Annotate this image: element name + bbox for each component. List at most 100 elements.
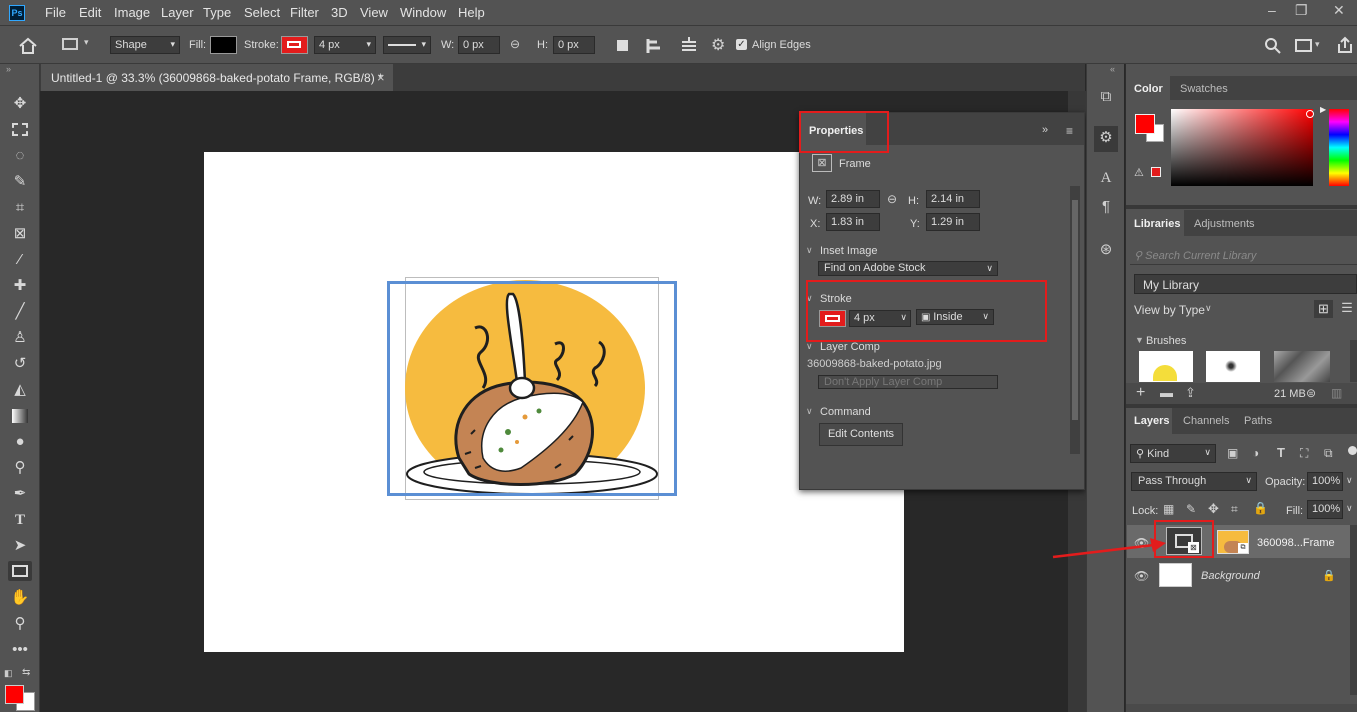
creative-cloud-icon[interactable]: ⊜ [1306, 386, 1316, 400]
more-icon[interactable]: ••• [8, 640, 32, 660]
frame-selection-box[interactable] [387, 281, 677, 496]
lock-position-icon[interactable]: ✥ [1208, 501, 1219, 517]
menu-view[interactable]: View [360, 5, 388, 20]
path-operations-icon[interactable] [617, 40, 628, 51]
link-icon[interactable]: ⊖ [510, 37, 520, 51]
align-edges-checkbox[interactable]: ✓ [736, 39, 747, 50]
menu-image[interactable]: Image [114, 5, 150, 20]
share-icon[interactable] [1336, 36, 1354, 54]
properties-panel-icon[interactable]: ⚙ [1096, 128, 1116, 146]
background-layer-thumbnail[interactable] [1159, 563, 1192, 587]
inset-image-select[interactable]: Find on Adobe Stock ∨ [818, 261, 998, 276]
type-filter-icon[interactable]: T [1277, 445, 1285, 460]
menu-edit[interactable]: Edit [79, 5, 101, 20]
glyphs-panel-icon[interactable]: ⊛ [1096, 240, 1116, 258]
menu-help[interactable]: Help [458, 5, 485, 20]
eyedropper-icon[interactable]: ⁄ [8, 250, 32, 270]
opacity-input[interactable]: 100% [1307, 472, 1343, 491]
hue-slider[interactable] [1329, 109, 1349, 186]
prop-x-input[interactable]: 1.83 in [826, 213, 880, 231]
menu-type[interactable]: Type [203, 5, 231, 20]
layers-scrollbar[interactable] [1350, 525, 1357, 695]
layer-filter-kind[interactable]: ⚲ Kind ∨ [1130, 444, 1216, 463]
collapse-toolbar-icon[interactable]: » [6, 64, 11, 74]
gradient-icon[interactable] [8, 406, 32, 426]
tool-preset-picker[interactable]: ▾ [56, 34, 100, 56]
default-colors-icon[interactable]: ◧ [4, 668, 13, 679]
adjustment-filter-icon[interactable]: ◑ [1252, 446, 1259, 460]
history-brush-icon[interactable]: ↺ [8, 354, 32, 374]
lock-transparency-icon[interactable]: ▦ [1163, 502, 1174, 516]
history-panel-icon[interactable]: ⧉ [1096, 88, 1116, 105]
brush-thumb-1[interactable] [1139, 351, 1193, 382]
fill-swatch[interactable] [210, 36, 237, 54]
home-icon[interactable] [18, 37, 38, 55]
collapse-strip-icon[interactable]: « [1110, 64, 1115, 74]
document-tab[interactable]: Untitled-1 @ 33.3% (36009868-baked-potat… [41, 64, 393, 91]
tab-paths[interactable]: Paths [1244, 415, 1272, 427]
gear-icon[interactable]: ⚙ [711, 35, 725, 55]
lock-pixels-icon[interactable]: ✎ [1186, 502, 1196, 516]
collapse-panel-icon[interactable]: » [1042, 124, 1048, 136]
hue-slider-handle[interactable]: ▶ [1320, 105, 1326, 114]
hand-icon[interactable]: ✋ [8, 588, 32, 608]
menu-select[interactable]: Select [244, 5, 280, 20]
blend-mode-select[interactable]: Pass Through ∨ [1131, 472, 1257, 491]
brush-icon[interactable]: ╱ [8, 302, 32, 322]
stroke-type-select[interactable]: ▾ [383, 36, 431, 54]
library-search-input[interactable]: ⚲ Search Current Library [1130, 244, 1357, 265]
prop-y-input[interactable]: 1.29 in [926, 213, 980, 231]
properties-scrollbar[interactable] [1070, 186, 1080, 454]
swap-colors-icon[interactable]: ⇆ [22, 667, 30, 678]
tab-swatches[interactable]: Swatches [1180, 83, 1228, 95]
library-select[interactable]: My Library [1134, 274, 1357, 294]
brush-thumb-3[interactable] [1274, 351, 1330, 382]
smart-object-filter-icon[interactable]: ⧉ [1324, 446, 1333, 461]
list-view-icon[interactable]: ☰ [1338, 300, 1356, 316]
menu-file[interactable]: File [45, 5, 66, 20]
close-window-icon[interactable]: ✕ [1333, 2, 1345, 19]
zoom-icon[interactable]: ⚲ [8, 614, 32, 634]
gamut-color-chip[interactable] [1151, 167, 1161, 177]
image-layer-thumbnail[interactable]: ⧉ [1217, 530, 1249, 554]
healing-icon[interactable]: ✚ [8, 276, 32, 296]
paragraph-panel-icon[interactable]: ¶ [1096, 198, 1116, 215]
path-arrangement-icon[interactable] [679, 36, 699, 56]
link-dimensions-icon[interactable]: ⊖ [887, 192, 897, 206]
workspace-icon[interactable] [1295, 39, 1312, 52]
panel-menu-icon[interactable]: ≡ [1066, 124, 1073, 138]
minimize-icon[interactable]: – [1268, 2, 1276, 18]
tab-channels[interactable]: Channels [1183, 415, 1229, 427]
menu-3d[interactable]: 3D [331, 5, 348, 20]
chevron-down-icon[interactable]: ∨ [1205, 303, 1212, 314]
filter-toggle[interactable] [1348, 446, 1357, 455]
quick-select-icon[interactable]: ✎ [8, 172, 32, 192]
layer-comp-select[interactable]: Don't Apply Layer Comp [818, 375, 998, 389]
chevron-down-icon[interactable]: ∨ [806, 406, 813, 417]
stroke-width-input[interactable]: 4 px ▾ [314, 36, 376, 54]
chevron-down-icon[interactable]: ▾ [1315, 39, 1320, 50]
path-select-icon[interactable]: ➤ [8, 536, 32, 556]
pen-icon[interactable]: ✒ [8, 484, 32, 504]
eye-icon[interactable]: 👁 [1134, 569, 1149, 583]
prop-height-input[interactable]: 2.14 in [926, 190, 980, 208]
lock-all-icon[interactable]: 🔒 [1253, 501, 1268, 515]
brushes-disclosure-icon[interactable]: ▼ [1135, 335, 1144, 345]
frame-icon[interactable]: ⊠ [8, 224, 32, 244]
folder-icon[interactable]: ▬ [1160, 385, 1173, 400]
brush-thumb-2[interactable] [1206, 351, 1260, 382]
search-icon[interactable] [1264, 37, 1282, 55]
shape-filter-icon[interactable]: ⛶ [1300, 446, 1308, 461]
move-icon[interactable]: ✥ [8, 94, 32, 114]
upload-icon[interactable]: ⇪ [1185, 385, 1196, 401]
foreground-color-swatch[interactable] [5, 685, 24, 704]
menu-window[interactable]: Window [400, 5, 446, 20]
chevron-down-icon[interactable]: ∨ [806, 245, 813, 256]
fg-color-chip[interactable] [1135, 114, 1155, 134]
grid-view-icon[interactable]: ⊞ [1314, 300, 1333, 318]
marquee-icon[interactable] [8, 120, 32, 140]
lock-artboard-icon[interactable]: ⌗ [1231, 502, 1238, 517]
width-input[interactable]: 0 px [458, 36, 500, 54]
edit-contents-button[interactable]: Edit Contents [819, 423, 903, 446]
crop-icon[interactable]: ⌗ [8, 198, 32, 218]
